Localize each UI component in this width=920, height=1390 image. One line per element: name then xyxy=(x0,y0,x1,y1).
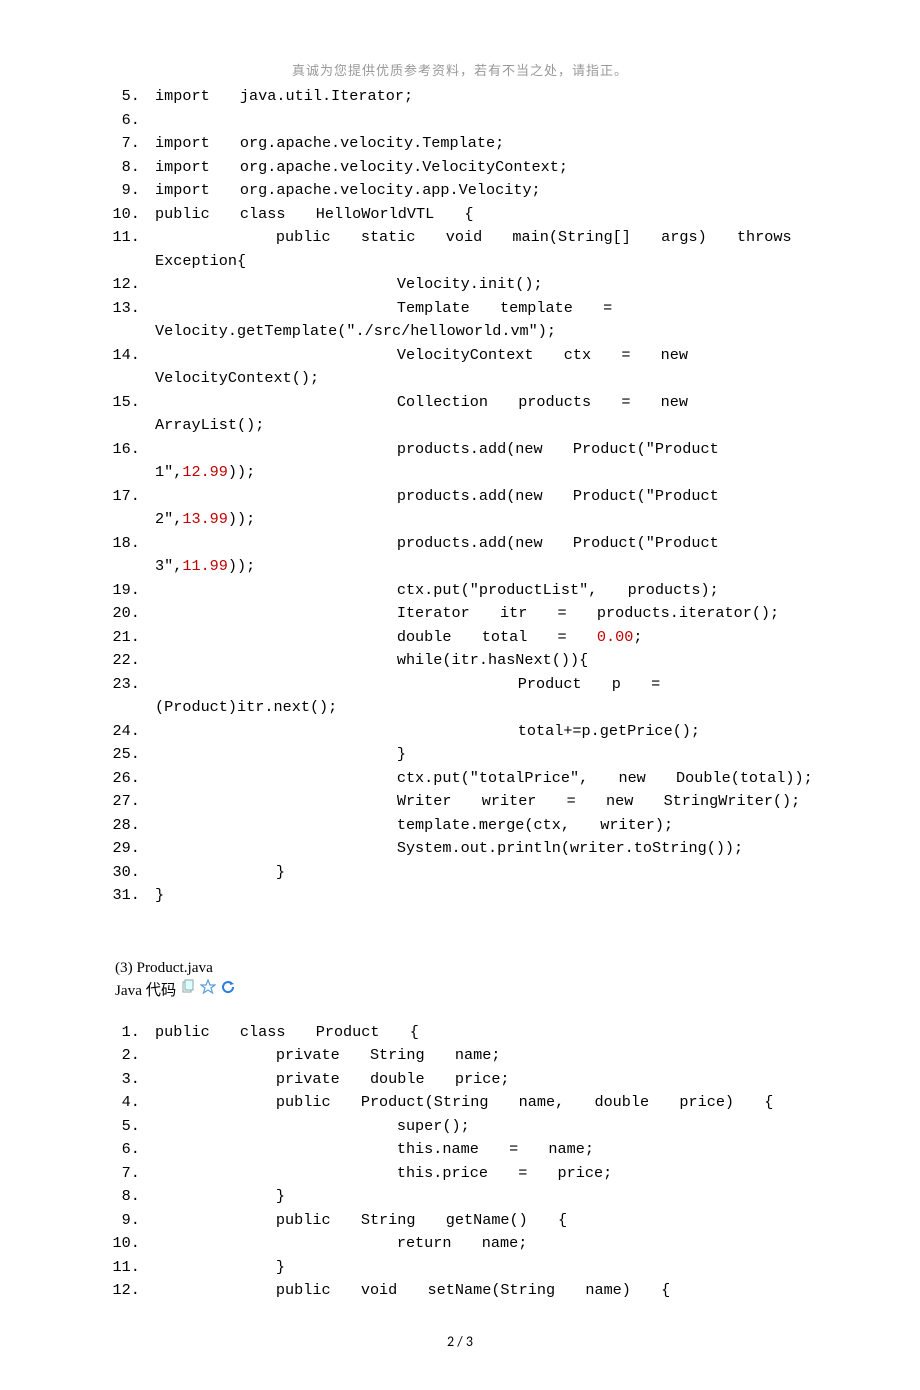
code-line: public class HelloWorldVTL { xyxy=(155,203,820,227)
code-line: import org.apache.velocity.app.Velocity; xyxy=(155,179,820,203)
code-line: Template template = Velocity.getTemplate… xyxy=(155,297,820,344)
code-line: } xyxy=(155,861,820,885)
code-line: this.price = price; xyxy=(155,1162,820,1186)
header-note: 真诚为您提供优质参考资料，若有不当之处，请指正。 xyxy=(0,60,920,79)
section-3: (3) Product.java Java 代码 xyxy=(0,956,920,1003)
code-line: } xyxy=(155,743,820,767)
code-line: System.out.println(writer.toString()); xyxy=(155,837,820,861)
code-block-1: import java.util.Iterator; import org.ap… xyxy=(0,85,920,908)
code-line: Writer writer = new StringWriter(); xyxy=(155,790,820,814)
copy-icon[interactable] xyxy=(180,979,196,1003)
code-line: private double price; xyxy=(155,1068,820,1092)
code-line: VelocityContext ctx = new VelocityContex… xyxy=(155,344,820,391)
code-line: ctx.put("totalPrice", new Double(total))… xyxy=(155,767,820,791)
code-line: this.name = name; xyxy=(155,1138,820,1162)
code-list-1: import java.util.Iterator; import org.ap… xyxy=(115,85,820,908)
code-line: ctx.put("productList", products); xyxy=(155,579,820,603)
code-line: public static void main(String[] args) t… xyxy=(155,226,820,273)
code-line: double total = 0.00; xyxy=(155,626,820,650)
code-line: total+=p.getPrice(); xyxy=(155,720,820,744)
code-line: } xyxy=(155,884,820,908)
code-line: import org.apache.velocity.VelocityConte… xyxy=(155,156,820,180)
code-list-2: public class Product { private String na… xyxy=(115,1021,820,1303)
code-line: products.add(new Product("Product 3",11.… xyxy=(155,532,820,579)
code-line: public Product(String name, double price… xyxy=(155,1091,820,1115)
code-line: while(itr.hasNext()){ xyxy=(155,649,820,673)
star-icon[interactable] xyxy=(200,979,216,1003)
code-line: Iterator itr = products.iterator(); xyxy=(155,602,820,626)
page: 真诚为您提供优质参考资料，若有不当之处，请指正。 import java.uti… xyxy=(0,0,920,1390)
code-line xyxy=(155,109,820,133)
code-line: template.merge(ctx, writer); xyxy=(155,814,820,838)
java-code-label-line: Java 代码 xyxy=(115,979,820,1003)
code-line: import java.util.Iterator; xyxy=(155,85,820,109)
code-line: products.add(new Product("Product 2",13.… xyxy=(155,485,820,532)
code-line: return name; xyxy=(155,1232,820,1256)
code-line: } xyxy=(155,1256,820,1280)
code-line: import org.apache.velocity.Template; xyxy=(155,132,820,156)
code-line: Product p = (Product)itr.next(); xyxy=(155,673,820,720)
section-title: (3) Product.java xyxy=(115,956,820,980)
code-line: products.add(new Product("Product 1",12.… xyxy=(155,438,820,485)
code-line: public class Product { xyxy=(155,1021,820,1045)
code-line: super(); xyxy=(155,1115,820,1139)
code-line: private String name; xyxy=(155,1044,820,1068)
code-line: public String getName() { xyxy=(155,1209,820,1233)
code-block-2: public class Product { private String na… xyxy=(0,1021,920,1303)
code-line: } xyxy=(155,1185,820,1209)
java-code-label: Java 代码 xyxy=(115,979,176,1003)
refresh-icon[interactable] xyxy=(220,979,236,1003)
code-line: Velocity.init(); xyxy=(155,273,820,297)
page-footer: 2 / 3 xyxy=(0,1333,920,1350)
code-line: public void setName(String name) { xyxy=(155,1279,820,1303)
code-line: Collection products = new ArrayList(); xyxy=(155,391,820,438)
